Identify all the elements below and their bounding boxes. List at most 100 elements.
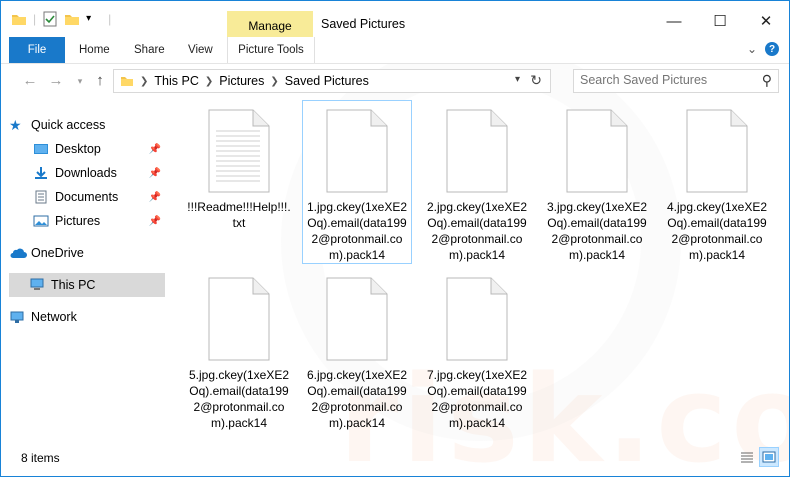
nav-documents[interactable]: Documents 📌: [33, 185, 165, 209]
folder-icon[interactable]: [11, 11, 27, 27]
pin-icon[interactable]: 📌: [149, 216, 161, 227]
details-view-icon[interactable]: [737, 447, 757, 467]
chevron-right-icon[interactable]: ❯: [205, 76, 213, 87]
blank-file-icon: [446, 277, 508, 361]
file-name: 4.jpg.ckey(1xeXE2Oq).email(data1992@prot…: [666, 200, 768, 262]
up-arrow-icon[interactable]: ↑: [91, 71, 109, 91]
nav-pictures[interactable]: Pictures 📌: [33, 209, 165, 233]
blank-file-icon: [326, 277, 388, 361]
tab-home[interactable]: Home: [79, 37, 110, 63]
qat-separator: |: [108, 12, 112, 26]
nav-desktop[interactable]: Desktop 📌: [33, 137, 165, 161]
file-name: 5.jpg.ckey(1xeXE2Oq).email(data1992@prot…: [188, 368, 290, 430]
file-item[interactable]: 6.jpg.ckey(1xeXE2Oq).email(data1992@prot…: [303, 269, 411, 431]
quick-access-toolbar: | ▾ |: [11, 11, 111, 27]
navigation-row: ← → ▾ ↑ ❯ This PC ❯ Pictures ❯ Saved Pic…: [1, 67, 789, 95]
breadcrumb-saved-pictures[interactable]: Saved Pictures: [285, 74, 369, 88]
window-controls: — ☐ ✕: [651, 7, 789, 35]
expand-ribbon-icon[interactable]: ⌄: [747, 42, 757, 56]
file-name: !!!Readme!!!Help!!!.txt: [187, 200, 291, 230]
nav-quick-access[interactable]: ★ Quick access: [9, 113, 165, 137]
file-name: 2.jpg.ckey(1xeXE2Oq).email(data1992@prot…: [426, 200, 528, 262]
blank-file-icon: [686, 109, 748, 193]
nav-label: OneDrive: [31, 246, 84, 260]
customize-dropdown-icon[interactable]: ▾: [86, 11, 102, 27]
window-title: Saved Pictures: [321, 17, 406, 31]
tab-share[interactable]: Share: [134, 37, 165, 63]
file-item[interactable]: 1.jpg.ckey(1xeXE2Oq).email(data1992@prot…: [302, 100, 412, 264]
breadcrumb-pictures[interactable]: Pictures: [219, 74, 264, 88]
downloads-icon: [33, 166, 49, 180]
search-icon[interactable]: ⚲: [762, 72, 772, 89]
item-count: 8 items: [21, 451, 60, 465]
nav-label: Downloads: [55, 166, 117, 180]
forward-arrow-icon[interactable]: →: [47, 71, 65, 91]
search-box[interactable]: ⚲: [573, 69, 779, 93]
nav-network[interactable]: Network: [9, 305, 165, 329]
chevron-right-icon[interactable]: ❯: [140, 76, 148, 87]
file-item[interactable]: 4.jpg.ckey(1xeXE2Oq).email(data1992@prot…: [663, 101, 771, 263]
blank-file-icon: [208, 277, 270, 361]
status-bar: 8 items: [1, 445, 789, 473]
documents-icon: [33, 190, 49, 204]
file-item[interactable]: 2.jpg.ckey(1xeXE2Oq).email(data1992@prot…: [423, 101, 531, 263]
cloud-icon: [9, 246, 27, 260]
file-name: 7.jpg.ckey(1xeXE2Oq).email(data1992@prot…: [426, 368, 528, 430]
file-name: 6.jpg.ckey(1xeXE2Oq).email(data1992@prot…: [306, 368, 408, 430]
minimize-button[interactable]: —: [651, 7, 697, 35]
ribbon-right: ⌄ ?: [747, 42, 779, 56]
chevron-down-icon[interactable]: ▾: [515, 74, 520, 85]
tab-manage[interactable]: Manage: [227, 11, 313, 37]
file-item[interactable]: 3.jpg.ckey(1xeXE2Oq).email(data1992@prot…: [543, 101, 651, 263]
pin-icon[interactable]: 📌: [149, 168, 161, 179]
view-switcher: [737, 447, 779, 467]
blank-file-icon: [566, 109, 628, 193]
nav-onedrive[interactable]: OneDrive: [9, 241, 165, 265]
nav-label: Documents: [55, 190, 119, 204]
pin-icon[interactable]: 📌: [149, 144, 161, 155]
nav-this-pc[interactable]: This PC: [9, 273, 165, 297]
text-file-icon: [208, 109, 270, 193]
refresh-icon[interactable]: ↻: [530, 72, 542, 89]
blank-file-icon: [326, 109, 388, 193]
tab-picture-tools[interactable]: Picture Tools: [227, 37, 315, 63]
network-icon: [9, 310, 25, 324]
explorer-window: | ▾ | Manage Saved Pictures — ☐ ✕ File H…: [0, 0, 790, 477]
large-icons-view-icon[interactable]: [759, 447, 779, 467]
pin-icon[interactable]: 📌: [149, 192, 161, 203]
desktop-icon: [33, 142, 49, 156]
qat-separator: |: [33, 12, 37, 26]
navigation-pane: ★ Quick access Desktop 📌 Downloads 📌 Doc…: [1, 101, 169, 441]
new-folder-icon[interactable]: [64, 11, 80, 27]
breadcrumb-this-pc[interactable]: This PC: [154, 74, 198, 88]
file-list: risk.com !!!Readme!!!Help!!!.txt 1.jpg.c…: [179, 100, 789, 476]
maximize-button[interactable]: ☐: [697, 7, 743, 35]
file-item[interactable]: 7.jpg.ckey(1xeXE2Oq).email(data1992@prot…: [423, 269, 531, 431]
help-icon[interactable]: ?: [765, 42, 779, 56]
pictures-icon: [33, 214, 49, 228]
close-button[interactable]: ✕: [743, 7, 789, 35]
nav-downloads[interactable]: Downloads 📌: [33, 161, 165, 185]
tab-file[interactable]: File: [9, 37, 65, 63]
file-name: 3.jpg.ckey(1xeXE2Oq).email(data1992@prot…: [546, 200, 648, 262]
recent-locations-icon[interactable]: ▾: [71, 71, 89, 91]
back-arrow-icon[interactable]: ←: [21, 71, 39, 91]
tab-view[interactable]: View: [188, 37, 213, 63]
chevron-right-icon[interactable]: ❯: [270, 76, 278, 87]
nav-label: Pictures: [55, 214, 101, 228]
ribbon-tabs: File Home Share View Picture Tools ⌄ ?: [1, 37, 789, 64]
file-name: 1.jpg.ckey(1xeXE2Oq).email(data1992@prot…: [306, 200, 408, 262]
address-bar[interactable]: ❯ This PC ❯ Pictures ❯ Saved Pictures ▾ …: [113, 69, 551, 93]
file-item[interactable]: !!!Readme!!!Help!!!.txt: [185, 101, 293, 231]
nav-label: Desktop: [55, 142, 101, 156]
computer-icon: [29, 278, 45, 292]
file-item[interactable]: 5.jpg.ckey(1xeXE2Oq).email(data1992@prot…: [185, 269, 293, 431]
folder-icon: [120, 74, 134, 88]
blank-file-icon: [446, 109, 508, 193]
search-input[interactable]: [580, 70, 750, 90]
properties-icon[interactable]: [42, 11, 58, 27]
title-bar: | ▾ | Manage Saved Pictures — ☐ ✕: [1, 1, 789, 37]
nav-label: Network: [31, 310, 77, 324]
nav-label: Quick access: [31, 118, 106, 132]
nav-label: This PC: [51, 278, 96, 292]
